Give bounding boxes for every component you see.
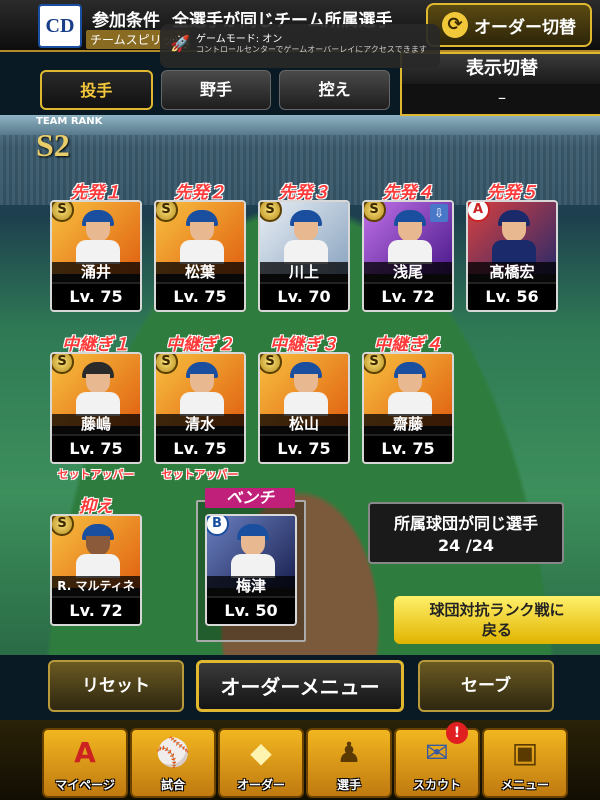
player-level: Lv. 72 bbox=[52, 598, 140, 624]
role-setup-1: セットアッパー bbox=[57, 468, 135, 481]
player-level: Lv. 50 bbox=[207, 598, 295, 624]
player-name: R. マルティネス bbox=[52, 576, 140, 613]
player-name: 清水 bbox=[156, 414, 244, 434]
rocket-icon: 🚀 bbox=[170, 34, 190, 53]
player-card-bench[interactable]: B 梅津 Lv. 50 bbox=[205, 514, 297, 626]
tab-fielder[interactable]: 野手 bbox=[160, 70, 272, 110]
player-figure bbox=[180, 362, 224, 416]
position-tabs: 投手 野手 控え bbox=[40, 70, 391, 114]
nav-players-label: 選手 bbox=[336, 778, 361, 792]
nav-mypage-label: マイページ bbox=[55, 778, 115, 792]
back-button-line1: 球団対抗ランク戦に bbox=[429, 601, 565, 619]
diamond-icon: ◆ bbox=[250, 736, 272, 769]
nav-menu-label: メニュー bbox=[500, 778, 549, 792]
team-rank-value: S2 bbox=[36, 127, 70, 163]
player-figure bbox=[492, 210, 536, 264]
swap-icon: ⟳ bbox=[442, 12, 468, 38]
player-card-starter-2[interactable]: S 松葉 Lv. 75 bbox=[154, 200, 246, 312]
player-level: Lv. 75 bbox=[156, 436, 244, 462]
team-rank-label: TEAM RANK bbox=[36, 116, 103, 127]
baseball-icon: ⚾ bbox=[155, 736, 191, 769]
nav-game[interactable]: ⚾ 試合 bbox=[130, 728, 216, 798]
mypage-icon: A bbox=[74, 736, 96, 769]
player-name: 涌井 bbox=[52, 262, 140, 282]
notification-body: コントロールセンターでゲームオーバーレイにアクセスできます bbox=[196, 45, 427, 54]
display-switch-value: – bbox=[498, 88, 506, 107]
player-card-starter-4[interactable]: S ⇩ 浅尾 Lv. 72 bbox=[362, 200, 454, 312]
menu-icon: ▣ bbox=[511, 736, 539, 769]
player-level: Lv. 75 bbox=[260, 436, 348, 462]
save-button[interactable]: セーブ bbox=[418, 660, 554, 712]
back-to-rank-battle-button[interactable]: 球団対抗ランク戦に 戻る bbox=[394, 596, 600, 644]
tab-pitcher[interactable]: 投手 bbox=[40, 70, 153, 110]
player-card-reliever-4[interactable]: S 齋藤 Lv. 75 bbox=[362, 352, 454, 464]
player-card-reliever-1[interactable]: S 藤嶋 Lv. 75 bbox=[50, 352, 142, 464]
game-mode-notification[interactable]: 🚀 ゲームモード: オン コントロールセンターでゲームオーバーレイにアクセスでき… bbox=[160, 24, 440, 68]
scout-icon: ✉ bbox=[425, 736, 449, 769]
slot-label-bench: ベンチ bbox=[205, 488, 295, 508]
player-figure bbox=[76, 362, 120, 416]
alert-badge-icon: ! bbox=[446, 722, 468, 744]
player-name: 川上 bbox=[260, 262, 348, 282]
order-switch-label: オーダー切替 bbox=[474, 17, 576, 38]
nav-order-label: オーダー bbox=[236, 778, 285, 792]
player-card-closer[interactable]: S R. マルティネス Lv. 72 bbox=[50, 514, 142, 626]
nav-order[interactable]: ◆ オーダー bbox=[218, 728, 304, 798]
player-figure bbox=[284, 362, 328, 416]
player-level: Lv. 75 bbox=[52, 436, 140, 462]
player-name: 梅津 bbox=[207, 576, 295, 596]
role-setup-2: セットアッパー bbox=[161, 468, 239, 481]
player-card-reliever-3[interactable]: S 松山 Lv. 75 bbox=[258, 352, 350, 464]
condition-label: 参加条件 bbox=[92, 11, 160, 31]
same-team-value: 24 /24 bbox=[438, 536, 494, 555]
order-menu-button[interactable]: オーダーメニュー bbox=[196, 660, 404, 712]
back-button-line2: 戻る bbox=[481, 621, 512, 639]
nav-players[interactable]: ♟ 選手 bbox=[306, 728, 392, 798]
player-figure bbox=[76, 524, 120, 578]
player-figure bbox=[388, 210, 432, 264]
player-name: 齋藤 bbox=[364, 414, 452, 434]
player-figure bbox=[231, 524, 275, 578]
nav-menu[interactable]: ▣ メニュー bbox=[482, 728, 568, 798]
player-level: Lv. 75 bbox=[52, 284, 140, 310]
nav-scout-label: スカウト bbox=[412, 778, 461, 792]
nav-scout[interactable]: ✉ スカウト bbox=[394, 728, 480, 798]
notification-title: ゲームモード: オン bbox=[196, 34, 283, 45]
player-level: Lv. 56 bbox=[468, 284, 556, 310]
player-icon: ♟ bbox=[336, 736, 362, 769]
player-level: Lv. 72 bbox=[364, 284, 452, 310]
player-card-starter-3[interactable]: S 川上 Lv. 70 bbox=[258, 200, 350, 312]
same-team-count: 所属球団が同じ選手 24 /24 bbox=[368, 502, 564, 564]
player-figure bbox=[76, 210, 120, 264]
player-name: 松葉 bbox=[156, 262, 244, 282]
level-up-icon: ⇩ bbox=[430, 204, 448, 222]
player-name: 藤嶋 bbox=[52, 414, 140, 434]
order-switch-button[interactable]: ⟳ オーダー切替 bbox=[426, 3, 592, 47]
same-team-label: 所属球団が同じ選手 bbox=[393, 514, 538, 533]
player-level: Lv. 70 bbox=[260, 284, 348, 310]
bottom-nav: A マイページ ⚾ 試合 ◆ オーダー ♟ 選手 ✉ スカウト ▣ メニュー bbox=[0, 720, 600, 800]
reset-button[interactable]: リセット bbox=[48, 660, 184, 712]
player-figure bbox=[180, 210, 224, 264]
tab-reserve[interactable]: 控え bbox=[279, 70, 391, 110]
player-figure bbox=[284, 210, 328, 264]
player-level: Lv. 75 bbox=[364, 436, 452, 462]
nav-mypage[interactable]: A マイページ bbox=[42, 728, 128, 798]
player-name: 髙橋宏 bbox=[468, 262, 556, 282]
player-level: Lv. 75 bbox=[156, 284, 244, 310]
team-rank: TEAM RANK S2 bbox=[36, 116, 116, 166]
player-name: 浅尾 bbox=[364, 262, 452, 282]
team-logo: CD bbox=[38, 4, 82, 48]
player-name: 松山 bbox=[260, 414, 348, 434]
player-card-starter-1[interactable]: S 涌井 Lv. 75 bbox=[50, 200, 142, 312]
player-figure bbox=[388, 362, 432, 416]
player-card-starter-5[interactable]: A 髙橋宏 Lv. 56 bbox=[466, 200, 558, 312]
nav-game-label: 試合 bbox=[160, 778, 185, 792]
player-card-reliever-2[interactable]: S 清水 Lv. 75 bbox=[154, 352, 246, 464]
